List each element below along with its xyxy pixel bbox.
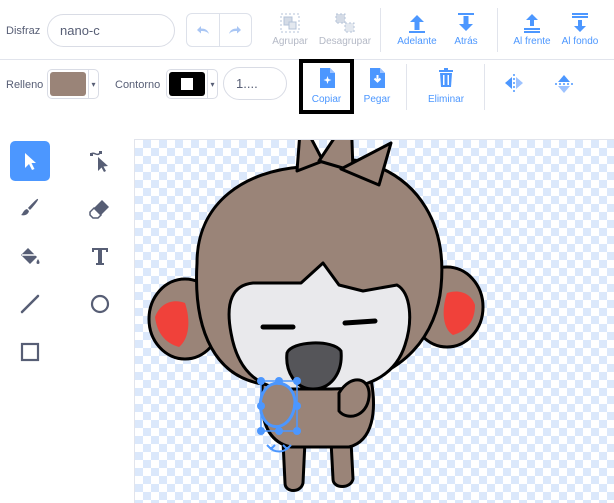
flip-vertical-icon (555, 75, 573, 93)
copy-highlight-box (299, 59, 354, 114)
outline-swatch (169, 72, 205, 96)
redo-button[interactable] (218, 14, 252, 46)
eraser-icon (89, 200, 109, 219)
tool-text[interactable] (80, 236, 120, 276)
fill-bucket-icon (21, 248, 40, 264)
text-icon (92, 248, 108, 265)
circle-icon (90, 294, 110, 314)
flip-vertical-button[interactable] (550, 72, 578, 96)
delete-button[interactable]: Eliminar (424, 66, 468, 105)
reshape-icon (90, 151, 108, 172)
ungroup-label: Desagrupar (318, 36, 372, 47)
forward-button[interactable]: Adelante (394, 12, 440, 47)
outline-label: Contorno (115, 79, 161, 91)
costume-label: Disfraz (6, 25, 41, 37)
brush-icon (21, 198, 39, 216)
tool-rectangle[interactable] (10, 332, 50, 372)
outline-color-picker[interactable]: ▾ (166, 69, 218, 99)
chevron-down-icon: ▾ (207, 70, 217, 98)
paste-label: Pegar (363, 94, 391, 105)
flip-horizontal-button[interactable] (500, 72, 528, 94)
drawing-canvas[interactable] (134, 139, 614, 503)
group-label: Agrupar (272, 36, 308, 47)
ungroup-button[interactable]: Desagrupar (316, 12, 374, 47)
tool-reshape[interactable] (80, 141, 120, 181)
backward-label: Atrás (454, 36, 478, 47)
trash-icon (439, 68, 453, 87)
tool-eraser[interactable] (80, 188, 120, 228)
tool-line[interactable] (10, 284, 50, 324)
paste-icon (370, 68, 385, 88)
tool-select[interactable] (10, 141, 50, 181)
undo-icon (196, 26, 209, 34)
ungroup-icon (335, 13, 355, 33)
toolbar-divider (380, 8, 381, 52)
tool-brush[interactable] (10, 188, 50, 228)
front-button[interactable]: Al frente (510, 12, 554, 47)
back-button[interactable]: Al fondo (558, 12, 602, 47)
line-icon (20, 294, 40, 314)
tool-circle[interactable] (80, 284, 120, 324)
group-icon (280, 13, 300, 33)
bring-to-front-icon (524, 14, 540, 33)
undo-redo-group (186, 13, 252, 47)
outline-width-input[interactable]: 1.... (223, 67, 287, 100)
flip-horizontal-icon (505, 74, 523, 92)
undo-button[interactable] (187, 14, 219, 46)
fill-color-picker[interactable]: ▾ (47, 69, 99, 99)
paste-button[interactable]: Pegar (358, 66, 396, 105)
forward-icon (409, 15, 425, 33)
backward-icon (458, 13, 474, 31)
delete-label: Eliminar (427, 94, 465, 105)
toolbar-divider (497, 8, 498, 52)
costume-name-input[interactable]: nano-c (47, 14, 175, 47)
fill-swatch (50, 72, 86, 96)
toolbar-divider (484, 64, 485, 110)
group-button[interactable]: Agrupar (268, 12, 312, 47)
arrow-select-icon (25, 153, 36, 170)
tool-fill[interactable] (10, 236, 50, 276)
nano-character (147, 140, 485, 492)
rectangle-icon (20, 342, 40, 362)
backward-button[interactable]: Atrás (446, 12, 486, 47)
fill-label: Relleno (6, 79, 44, 91)
front-label: Al frente (513, 36, 551, 47)
forward-label: Adelante (397, 36, 437, 47)
chevron-down-icon: ▾ (88, 70, 98, 98)
send-to-back-icon (572, 13, 588, 32)
back-label: Al fondo (561, 36, 599, 47)
toolbar-divider (406, 64, 407, 110)
redo-icon (229, 26, 242, 34)
